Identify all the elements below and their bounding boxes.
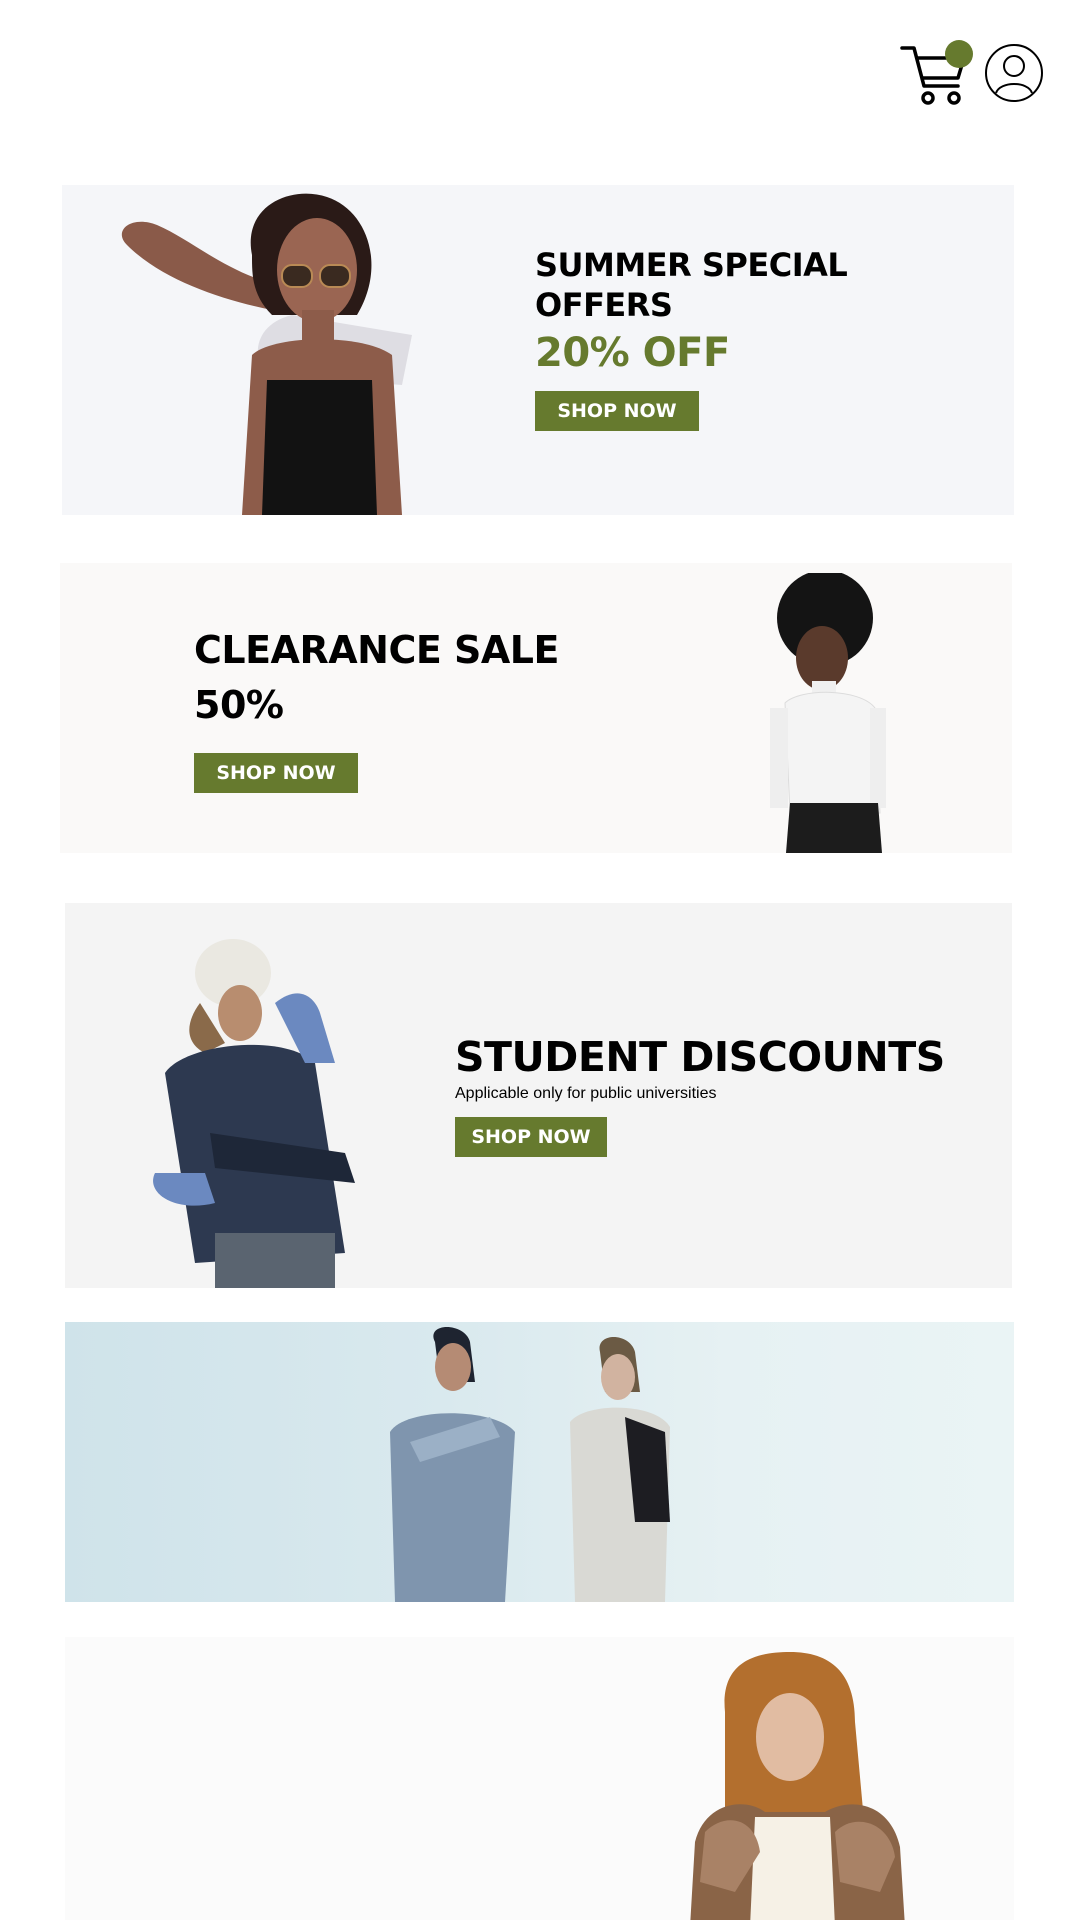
model-white-turtleneck-image xyxy=(770,573,886,853)
fur-coat-banner[interactable] xyxy=(65,1637,1014,1920)
two-models-jackets-image xyxy=(390,1327,670,1602)
banner-title: SUMMER SPECIAL OFFERS xyxy=(535,246,848,324)
summer-offer-banner: SUMMER SPECIAL OFFERS 20% OFF SHOP NOW xyxy=(62,185,1014,515)
banner-offer: 20% OFF xyxy=(535,330,730,376)
model-puffer-jacket-image xyxy=(153,939,355,1288)
shop-now-button[interactable]: SHOP NOW xyxy=(194,753,358,793)
banner-offer: 50% xyxy=(194,683,284,727)
top-header xyxy=(0,0,1080,140)
banner-subtitle: Applicable only for public universities xyxy=(455,1085,717,1102)
shop-now-button[interactable]: SHOP NOW xyxy=(535,391,699,431)
clearance-sale-banner: CLEARANCE SALE 50% SHOP NOW xyxy=(60,563,1012,853)
winter-collection-banner[interactable] xyxy=(65,1322,1014,1602)
shop-now-button[interactable]: SHOP NOW xyxy=(455,1117,607,1157)
cart-badge xyxy=(945,40,973,68)
banner-title: CLEARANCE SALE xyxy=(194,628,559,672)
user-account-icon[interactable] xyxy=(984,43,1044,103)
banner-title: STUDENT DISCOUNTS xyxy=(455,1033,945,1081)
model-sunglasses-image xyxy=(121,193,412,515)
model-fur-coat-image xyxy=(690,1652,905,1920)
student-discounts-banner: STUDENT DISCOUNTS Applicable only for pu… xyxy=(65,903,1012,1288)
